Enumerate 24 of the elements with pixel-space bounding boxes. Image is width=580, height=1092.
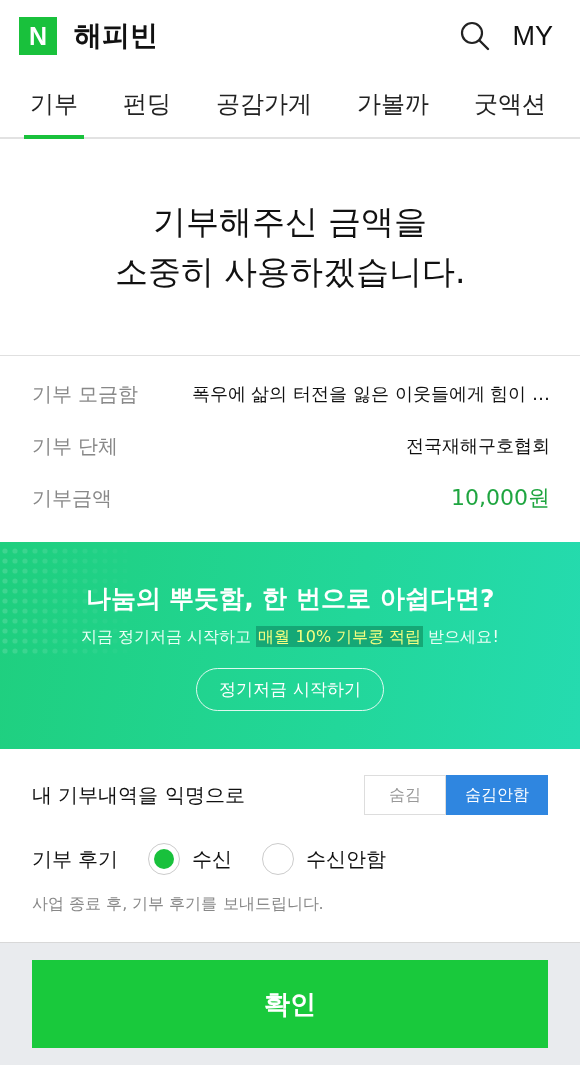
my-button[interactable]: MY [512, 20, 553, 52]
amount-value: 10,000원 [451, 484, 550, 512]
detail-label: 기부 단체 [32, 432, 119, 460]
radio-label[interactable]: 수신 [192, 845, 233, 873]
option-label: 기부 후기 [32, 845, 119, 873]
radio-label[interactable]: 수신안함 [306, 845, 387, 873]
review-note: 사업 종료 후, 기부 후기를 보내드립니다. [31, 894, 325, 915]
search-icon[interactable] [458, 20, 491, 52]
headline-text: 기부해주신 금액을 [152, 201, 428, 243]
banner-title: 나눔의 뿌듯함, 한 번으로 아쉽다면? [85, 583, 495, 615]
banner-subtitle: 지금 정기저금 시작하고 매월 10% 기부콩 적립 받으세요! [81, 627, 499, 648]
nav-tab[interactable]: 굿액션 [468, 72, 552, 139]
detail-label: 기부 모금함 [32, 380, 139, 408]
detail-label: 기부금액 [32, 484, 112, 512]
option-label: 내 기부내역을 익명으로 [32, 781, 245, 809]
detail-value: 폭우에 삶의 터전을 잃은 이웃들에게 힘이 … [191, 382, 550, 406]
nav-tab[interactable]: 기부 [24, 72, 84, 139]
nav-tab[interactable]: 가볼까 [351, 72, 435, 139]
site-title: 해피빈 [74, 18, 158, 54]
nav-tab[interactable]: 공감가게 [210, 72, 318, 139]
detail-value: 전국재해구호협회 [406, 434, 550, 458]
nav-tab[interactable]: 펀딩 [117, 72, 177, 139]
headline-text: 소중히 사용하겠습니다. [114, 251, 466, 293]
toggle-option[interactable]: 숨김안함 [446, 775, 548, 815]
